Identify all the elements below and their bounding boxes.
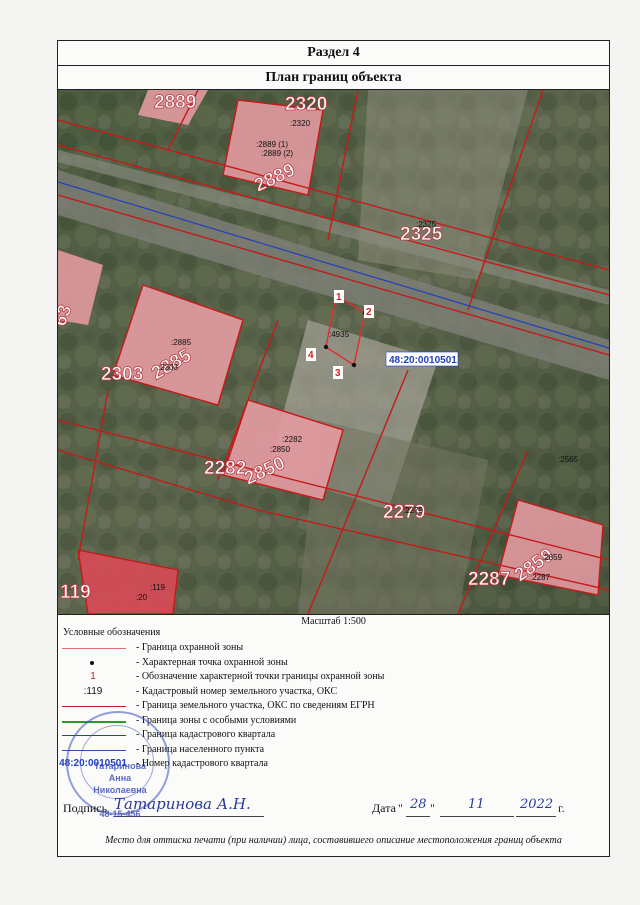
parcel-number-big: 119 <box>60 582 91 603</box>
document-frame: Раздел 4 План границ объекта 2889 2320 2… <box>57 40 610 857</box>
parcel-label: :2885 <box>171 338 192 347</box>
parcel-label: :2279 <box>403 506 424 515</box>
parcel-label: :2565 <box>558 455 579 464</box>
zone-point-4 <box>323 344 329 350</box>
year-suffix: г. <box>558 801 565 815</box>
map-svg: 2889 2320 2889 2325 63 2303 2885 2282 28… <box>58 90 609 614</box>
legend-symbol: 1 <box>58 670 128 684</box>
legend-sample: 1 <box>90 671 96 682</box>
legend-text: - Обозначение характерной точки границы … <box>136 671 385 682</box>
parcel-label: :2850 <box>270 445 291 454</box>
legend-text: - Граница охранной зоны <box>136 642 244 653</box>
legend-item: - Граница земельного участка, ОКС по све… <box>58 699 609 713</box>
legend-symbol <box>58 641 128 655</box>
stamp-line: Анна <box>108 773 132 783</box>
date-day: 28 <box>410 797 427 812</box>
legend-title: Условные обозначения <box>63 627 161 638</box>
date-month: 11 <box>468 797 485 812</box>
parcel-label: :2287 <box>530 573 551 582</box>
parcel-number-big: 2287 <box>468 569 510 590</box>
legend-symbol <box>58 656 128 670</box>
plan-title: План границ объекта <box>58 66 609 90</box>
parcel-label: :2303 <box>158 363 179 372</box>
legend-symbol: :119 <box>58 685 128 699</box>
stamp-line: 48-15-456 <box>99 809 141 819</box>
legend-text: - Граница земельного участка, ОКС по све… <box>136 700 375 711</box>
point-label-1: 1 <box>336 292 342 303</box>
parcel-label: :2282 <box>282 435 303 444</box>
parcel-number-big: 2889 <box>154 92 196 113</box>
legend-sample: :119 <box>83 685 103 697</box>
point-label-4: 4 <box>308 350 314 361</box>
parcel-label: :2889 (1) <box>256 140 288 149</box>
legend-text: - Характерная точка охранной зоны <box>136 656 288 668</box>
parcel-label: :2889 (2) <box>261 149 293 158</box>
legend-text: - Граница зоны с особыми условиями <box>136 714 297 726</box>
point-label-3: 3 <box>335 368 341 379</box>
section-title: Раздел 4 <box>58 41 609 66</box>
date-year: 2022 <box>520 797 554 812</box>
parcel-label: :2325 <box>416 220 437 229</box>
parcel-number-big: 2320 <box>285 94 327 115</box>
parcel-label: :20 <box>136 593 148 602</box>
point-label-2: 2 <box>366 307 372 318</box>
quarter-label: 48:20:0010501 <box>389 355 457 366</box>
legend-item: - Характерная точка охранной зоны <box>58 656 609 670</box>
parcel-label: :4935 <box>329 330 350 339</box>
parcel-label: :2859 <box>542 553 563 562</box>
date-label: Дата <box>372 801 396 815</box>
stamp-line: Татаринова <box>93 761 147 771</box>
cadastral-map: 2889 2320 2889 2325 63 2303 2885 2282 28… <box>58 90 609 615</box>
parcel-number-big: 2303 <box>101 364 143 385</box>
scale-text: Масштаб 1:500 <box>301 616 366 627</box>
parcel-label: :2320 <box>290 119 311 128</box>
parcel-label: :119 <box>150 583 166 592</box>
stamp-line: Николаевна <box>93 785 147 795</box>
legend-item: - Граница охранной зоны <box>58 641 609 655</box>
parcel-number-big: 2282 <box>204 458 246 479</box>
zone-point-3 <box>351 362 357 368</box>
legend-item: 1 - Обозначение характерной точки границы… <box>58 670 609 684</box>
footer-note: Место для оттиска печати (при наличии) л… <box>105 835 562 846</box>
legend-text: - Кадастровый номер земельного участка, … <box>136 685 338 697</box>
legend-item: :119 - Кадастровый номер земельного участ… <box>58 685 609 699</box>
